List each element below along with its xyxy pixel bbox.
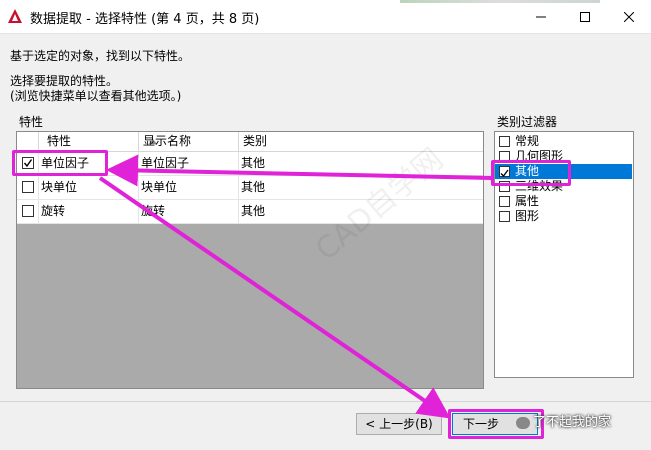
watermark-footer: 了不起我的家 <box>533 415 612 430</box>
annotation-arrow <box>106 154 493 187</box>
wechat-icon <box>516 416 530 429</box>
wechat-watermark: 了不起我的家 <box>516 412 611 434</box>
annotation-arrow <box>98 176 451 419</box>
annotation-arrows <box>98 154 493 419</box>
